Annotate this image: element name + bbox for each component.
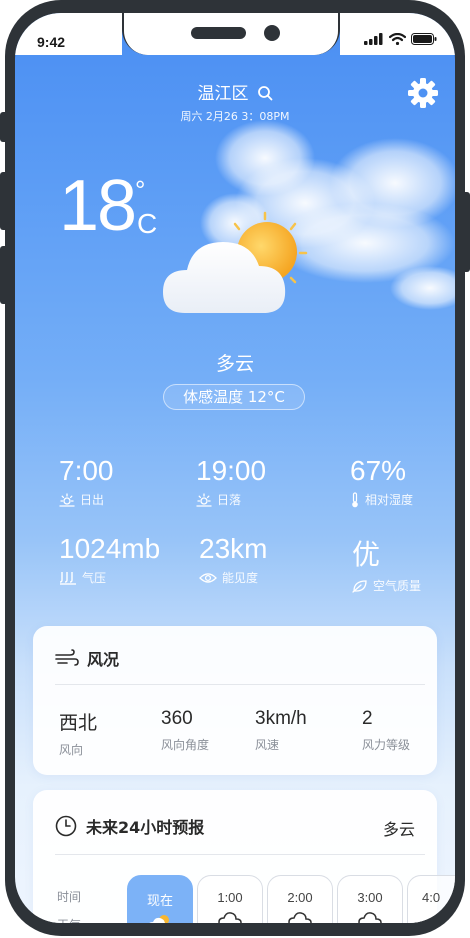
current-temperature: 18 [59, 166, 137, 246]
hour-label: 4:0 [422, 890, 441, 905]
hour-label: 3:00 [357, 890, 383, 905]
date-time: 周六 2月26 3：08PM [180, 110, 290, 123]
wind-card-header: 风况 [55, 646, 119, 670]
forecast-card-header: 未来24小时预报 [55, 814, 204, 838]
feels-like-pill: 体感温度 12°C [163, 384, 305, 410]
status-icons [364, 33, 437, 45]
partly-cloudy-icon [149, 915, 169, 923]
battery-icon [411, 33, 437, 45]
cloud-icon [433, 912, 455, 923]
wind-value: 2 [362, 708, 373, 729]
stat-label: 日出 [80, 493, 105, 507]
hour-item[interactable]: 2:00 [267, 875, 333, 923]
wifi-icon [389, 33, 406, 45]
cloud-icon [358, 912, 382, 923]
front-camera [264, 25, 280, 41]
stat-air-quality: 优 空气质量 [352, 533, 421, 594]
stat-value: 19:00 [196, 455, 267, 486]
wind-speed: 3km/h 风速 [255, 708, 307, 753]
stat-label: 相对湿度 [365, 493, 414, 507]
speaker [191, 27, 246, 39]
stat-humidity: 67% 相对湿度 [350, 455, 413, 508]
stat-visibility: 23km 能见度 [199, 533, 267, 586]
stat-value: 23km [199, 533, 268, 564]
stat-label: 能见度 [222, 571, 259, 585]
cloud-icon [288, 912, 312, 923]
settings-gear-icon[interactable] [407, 77, 439, 109]
row-label-time: 时间 [57, 890, 82, 904]
cloud-icon [218, 912, 242, 923]
partly-cloudy-icon [163, 211, 308, 313]
thermometer-icon [352, 491, 358, 507]
wind-value: 西北 [59, 712, 98, 734]
hour-label: 2:00 [287, 890, 313, 905]
stat-sunset: 19:00 日落 [196, 455, 266, 508]
degree-symbol: ° [135, 175, 146, 205]
hour-item[interactable]: 1:00 [197, 875, 263, 923]
stat-sunrise: 7:00 日出 [59, 455, 114, 508]
eye-icon [199, 572, 217, 583]
stat-pressure: 1024mb 气压 [59, 533, 160, 586]
signal-icon [364, 33, 383, 45]
wind-label: 风向角度 [161, 738, 210, 752]
leaf-icon [352, 579, 367, 593]
feels-like-text: 体感温度 12°C [183, 388, 285, 406]
weather-screen: 9:42 温江区 周六 2月26 3：08PM 18 ° C 多云 体感温度 1… [15, 13, 455, 923]
forecast-summary: 多云 [382, 820, 415, 839]
hour-item[interactable]: 3:00 [337, 875, 403, 923]
notch-inner [124, 13, 338, 55]
wind-card: 风况 西北 风向 360 风向角度 3km/h 风速 2 风力等级 [33, 626, 437, 775]
stat-label: 气压 [82, 571, 107, 585]
stat-value: 7:00 [59, 455, 114, 486]
forecast-card-title: 未来24小时预报 [86, 818, 205, 837]
location-header[interactable]: 温江区 [15, 79, 455, 104]
wind-value: 360 [161, 708, 193, 729]
stat-value: 67% [350, 455, 407, 486]
hour-item[interactable]: 4:0 [407, 875, 455, 923]
row-label-weather: 天气 [57, 916, 81, 923]
stat-value: 优 [352, 538, 381, 571]
wind-label: 风速 [255, 738, 280, 752]
pressure-icon [59, 571, 76, 585]
stat-value: 1024mb [59, 533, 161, 564]
wind-level: 2 风力等级 [362, 708, 410, 753]
hour-label: 1:00 [217, 890, 243, 905]
hour-label: 现在 [146, 893, 173, 908]
wind-label: 风向 [59, 743, 84, 757]
hour-item-now[interactable]: 现在 [127, 875, 193, 923]
sunset-icon [196, 492, 212, 507]
location-name: 温江区 [197, 84, 249, 104]
wind-angle: 360 风向角度 [161, 708, 209, 753]
card-divider [55, 684, 425, 685]
clock-icon [55, 815, 77, 837]
card-divider [55, 854, 425, 855]
stat-label: 日落 [217, 493, 242, 507]
wind-label: 风力等级 [362, 738, 411, 752]
search-icon[interactable] [257, 85, 273, 101]
sunrise-icon [59, 492, 75, 507]
status-bar-bg [15, 13, 122, 55]
wind-direction: 西北 风向 [59, 708, 97, 758]
stat-label: 空气质量 [373, 579, 422, 593]
wind-icon [55, 649, 79, 666]
wind-card-title: 风况 [87, 650, 120, 669]
wind-value: 3km/h [255, 708, 307, 729]
status-time: 9:42 [37, 34, 66, 50]
weather-condition: 多云 [215, 353, 254, 375]
